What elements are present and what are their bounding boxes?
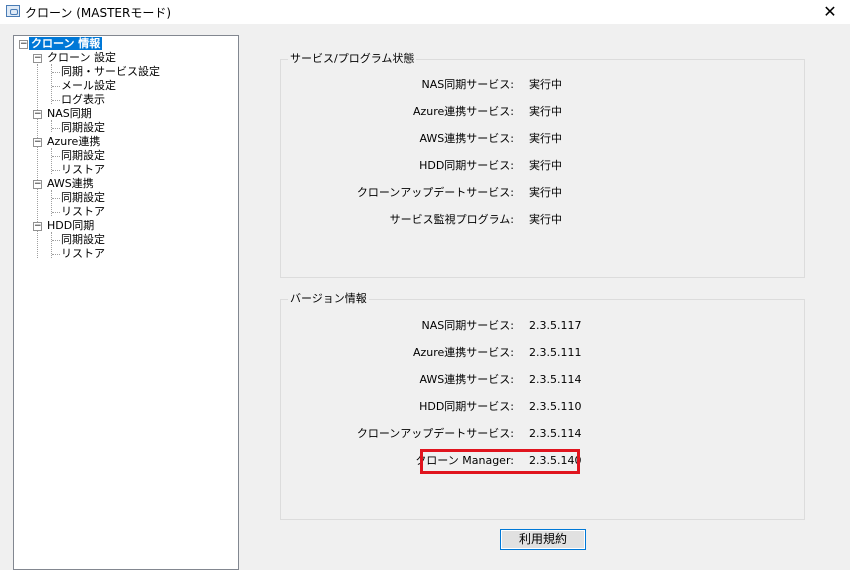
tree-node-label: リストア	[61, 247, 105, 260]
status-value: 実行中	[529, 213, 562, 226]
tree-node-log-view[interactable]: ログ表示	[59, 93, 107, 107]
collapse-icon[interactable]: −	[33, 222, 42, 231]
collapse-icon[interactable]: −	[33, 138, 42, 147]
tree-node-label: AWS連携	[47, 177, 94, 190]
version-value: 2.3.5.114	[529, 373, 582, 386]
collapse-icon[interactable]: −	[33, 54, 42, 63]
version-label: NAS同期サービス:	[280, 318, 514, 334]
window-title: クローン (MASTERモード)	[25, 6, 172, 20]
version-label: HDD同期サービス:	[280, 399, 514, 415]
status-name: Azure連携サービス:	[412, 105, 514, 118]
tree-node-sync-service-settings[interactable]: 同期・サービス設定	[59, 65, 162, 79]
version-label: Azure連携サービス:	[280, 345, 514, 361]
close-button[interactable]: ✕	[810, 0, 850, 24]
tree-node-nas-sync-settings[interactable]: 同期設定	[59, 121, 107, 135]
tree-node-label: 同期設定	[61, 121, 105, 134]
tree-node-label: 同期設定	[61, 149, 105, 162]
version-name: クローンアップデートサービス:	[356, 427, 514, 440]
version-value: 2.3.5.117	[529, 319, 582, 332]
tree-node-azure[interactable]: Azure連携	[45, 135, 102, 149]
tree-node-hdd-sync[interactable]: HDD同期	[45, 219, 96, 233]
tree-node-azure-restore[interactable]: リストア	[59, 163, 107, 177]
tree-node-aws-sync-settings[interactable]: 同期設定	[59, 191, 107, 205]
status-name: NAS同期サービス:	[421, 78, 514, 91]
version-label: AWS連携サービス:	[280, 372, 515, 388]
collapse-icon[interactable]: −	[33, 180, 42, 189]
version-name: NAS同期サービス:	[421, 319, 514, 332]
version-value: 2.3.5.110	[529, 400, 582, 413]
highlight-box	[420, 449, 580, 474]
tree-node-mail-settings[interactable]: メール設定	[59, 79, 118, 93]
tree-node-aws[interactable]: AWS連携	[45, 177, 96, 191]
terms-of-use-button[interactable]: 利用規約	[500, 529, 586, 550]
tree-node-nas-sync[interactable]: NAS同期	[45, 107, 94, 121]
tree-node-label: リストア	[61, 205, 105, 218]
navigation-tree[interactable]: − クローン 情報 − クローン 設定 同期・サービス設定 メール設定 ログ表示…	[13, 35, 239, 570]
title-bar: クローン (MASTERモード) ✕	[0, 0, 850, 24]
status-name: サービス監視プログラム:	[389, 213, 514, 226]
tree-node-label: 同期設定	[61, 191, 105, 204]
tree-connector	[51, 64, 52, 104]
version-value: 2.3.5.111	[529, 346, 582, 359]
tree-node-label: Azure連携	[47, 135, 101, 148]
tree-node-azure-sync-settings[interactable]: 同期設定	[59, 149, 107, 163]
status-value: 実行中	[529, 78, 562, 91]
app-icon	[6, 5, 20, 17]
tree-node-clone-settings[interactable]: クローン 設定	[45, 51, 118, 65]
version-name: AWS連携サービス:	[419, 373, 515, 386]
version-info-title: バージョン情報	[288, 292, 369, 306]
version-value: 2.3.5.114	[529, 427, 582, 440]
version-label: クローンアップデートサービス:	[280, 426, 514, 442]
status-label: NAS同期サービス:	[280, 77, 514, 93]
tree-node-label: クローン 設定	[47, 51, 116, 64]
tree-connector	[51, 120, 52, 132]
version-name: HDD同期サービス:	[419, 400, 514, 413]
collapse-icon[interactable]: −	[19, 40, 28, 49]
tree-node-label: NAS同期	[47, 107, 92, 120]
status-label: AWS連携サービス:	[280, 131, 515, 147]
tree-node-hdd-sync-settings[interactable]: 同期設定	[59, 233, 107, 247]
status-label: HDD同期サービス:	[280, 158, 514, 174]
tree-node-label: リストア	[61, 163, 105, 176]
tree-root-clone-info[interactable]: クローン 情報	[29, 37, 103, 51]
status-value: 実行中	[529, 105, 562, 118]
status-name: クローンアップデートサービス:	[356, 186, 514, 199]
status-value: 実行中	[529, 159, 562, 172]
status-name: AWS連携サービス:	[419, 132, 515, 145]
status-label: サービス監視プログラム:	[280, 212, 514, 228]
tree-node-label: 同期設定	[61, 233, 105, 246]
status-value: 実行中	[529, 132, 562, 145]
tree-node-aws-restore[interactable]: リストア	[59, 205, 107, 219]
tree-node-label: メール設定	[61, 79, 116, 92]
service-status-title: サービス/プログラム状態	[288, 52, 417, 66]
version-name: Azure連携サービス:	[412, 346, 514, 359]
status-value: 実行中	[529, 186, 562, 199]
tree-node-label: HDD同期	[47, 219, 95, 232]
tree-node-hdd-restore[interactable]: リストア	[59, 247, 107, 261]
status-label: クローンアップデートサービス:	[280, 185, 514, 201]
status-name: HDD同期サービス:	[419, 159, 514, 172]
tree-node-label: 同期・サービス設定	[61, 65, 160, 78]
status-label: Azure連携サービス:	[280, 104, 514, 120]
tree-node-label: クローン 情報	[29, 37, 103, 50]
tree-node-label: ログ表示	[61, 93, 105, 106]
collapse-icon[interactable]: −	[33, 110, 42, 119]
